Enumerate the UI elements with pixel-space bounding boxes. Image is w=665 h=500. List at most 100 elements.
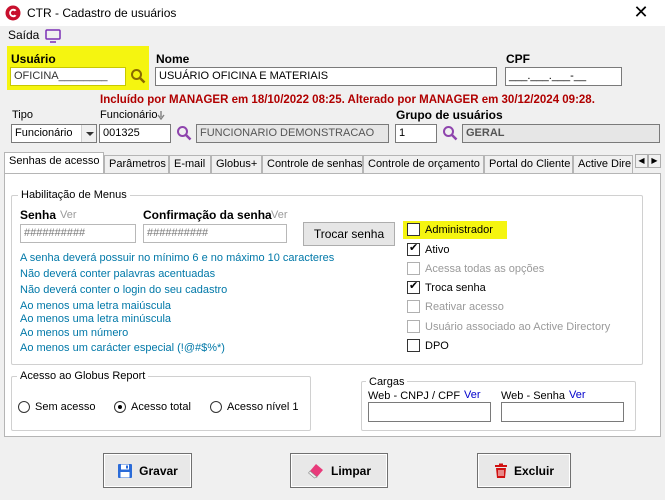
troca-senha-checkbox[interactable]: Troca senha [407,279,486,294]
reativar-acesso-checkbox: Reativar acesso [407,300,504,313]
checkbox-label: Ativo [425,243,450,256]
funcionario-code-input[interactable]: 001325 [99,124,171,143]
save-icon [118,463,133,478]
senha-input[interactable]: ########## [20,224,136,243]
tab-email[interactable]: E-mail [169,155,211,173]
checkbox-box[interactable] [407,279,420,294]
nome-input[interactable]: USUÁRIO OFICINA E MATERIAIS [155,67,497,86]
cargas-group-title: Cargas [366,376,408,388]
senha-label: Senha [20,208,57,222]
title-bar: CTR - Cadastro de usuários ✕ [0,0,665,26]
checkbox-label: Acessa todas as opções [425,262,545,275]
report-radio-acesso-nivel-1[interactable]: Acesso nível 1 [210,401,299,413]
web-senha-label: Web - Senha [501,390,566,402]
web-cnpj-ver-link[interactable]: Ver [464,389,481,401]
grupo-name-input: GERAL [462,124,660,143]
administrador-checkbox[interactable]: Administrador [407,223,493,236]
tab-parametros[interactable]: Parâmetros [104,155,169,173]
tab-scroll-right-icon[interactable]: ▶ [648,154,661,168]
nome-label: Nome [156,52,190,66]
tab-active-directory[interactable]: Active Dire [573,155,633,173]
monitor-icon[interactable] [45,29,61,43]
checkbox-label: Reativar acesso [425,300,504,313]
usuario-label: Usuário [11,52,56,66]
chevron-down-icon[interactable] [81,125,96,142]
grupo-search-icon[interactable] [442,125,458,141]
tab-scroll-left-icon[interactable]: ◀ [635,154,648,168]
radio-label: Acesso total [131,401,191,413]
checkbox-box [407,300,420,313]
tab-portal-do-cliente[interactable]: Portal do Cliente [484,155,573,173]
grupo-label: Grupo de usuários [396,108,503,122]
excluir-button[interactable]: Excluir [477,453,571,488]
web-cnpj-input[interactable] [368,402,491,422]
funcionario-label: Funcionário [100,109,158,121]
audit-info: Incluído por MANAGER em 18/10/2022 08:25… [100,94,595,106]
usuario-input[interactable]: OFICINA________ [10,67,126,86]
report-radio-sem-acesso[interactable]: Sem acesso [18,401,96,413]
rule-item: Ao menos uma letra maiúscula [20,300,172,312]
gravar-button[interactable]: Gravar [103,453,192,488]
web-senha-input[interactable] [501,402,624,422]
gravar-label: Gravar [139,463,178,478]
report-radio-acesso-total[interactable]: Acesso total [114,401,191,413]
tipo-select[interactable]: Funcionário [11,124,97,143]
web-cnpj-label: Web - CNPJ / CPF [368,390,461,402]
cpf-label: CPF [506,52,530,66]
radio-label: Sem acesso [35,401,96,413]
app-logo-icon [5,5,21,21]
checkbox-box[interactable] [407,223,420,236]
rule-item: Ao menos um número [20,327,129,339]
report-group-title: Acesso ao Globus Report [17,370,149,382]
excluir-label: Excluir [513,463,555,478]
funcionario-search-icon[interactable] [176,125,192,141]
radio-circle[interactable] [18,401,30,413]
trash-icon [494,463,507,478]
grupo-code-input[interactable]: 1 [395,124,437,143]
web-senha-ver-link[interactable]: Ver [569,389,586,401]
confirmacao-input[interactable]: ########## [143,224,287,243]
checkbox-box [407,262,420,275]
rule-item: Não deverá conter o login do seu cadastr… [20,284,228,296]
tab-controle-de-orcamento[interactable]: Controle de orçamento [363,155,484,173]
senha-ver-link[interactable]: Ver [60,209,77,221]
close-button[interactable]: ✕ [626,2,656,24]
acessa-todas-checkbox: Acessa todas as opções [407,262,544,275]
window-title: CTR - Cadastro de usuários [27,6,177,20]
arrow-down-icon [157,111,165,120]
radio-circle[interactable] [114,401,126,413]
confirmacao-label: Confirmação da senha [143,208,272,222]
checkbox-label: DPO [425,339,449,352]
rule-item: A senha deverá possuir no mínimo 6 e no … [20,252,335,264]
checkbox-box [407,320,420,333]
tipo-label: Tipo [12,109,33,121]
search-icon[interactable] [130,68,146,84]
rule-item: Não deverá conter palavras acentuadas [20,268,216,280]
menus-group-title: Habilitação de Menus [18,189,130,201]
radio-circle[interactable] [210,401,222,413]
trocar-senha-button[interactable]: Trocar senha [303,222,395,246]
checkbox-box[interactable] [407,339,420,352]
rule-item: Ao menos um carácter especial (!@#$%*) [20,342,225,354]
checkbox-label: Administrador [425,223,493,236]
dpo-checkbox[interactable]: DPO [407,339,449,352]
tab-controle-de-senhas[interactable]: Controle de senhas [262,155,363,173]
checkbox-label: Troca senha [425,281,486,294]
limpar-button[interactable]: Limpar [290,453,388,488]
ativo-checkbox[interactable]: Ativo [407,241,450,256]
menus-group [11,195,643,365]
tab-senhas-de-acesso[interactable]: Senhas de acesso [4,152,104,174]
funcionario-name-input: FUNCIONARIO DEMONSTRACAO [196,124,389,143]
limpar-label: Limpar [330,463,371,478]
checkbox-box[interactable] [407,241,420,256]
eraser-icon [308,463,323,478]
menu-saida[interactable]: Saída [8,28,39,42]
checkbox-label: Usuário associado ao Active Directory [425,320,611,333]
active-directory-checkbox: Usuário associado ao Active Directory [407,320,610,333]
cpf-input[interactable]: ___.___.___-__ [505,67,622,86]
rule-item: Ao menos uma letra minúscula [20,313,172,325]
confirmacao-ver-link[interactable]: Ver [271,209,288,221]
tab-globus-plus[interactable]: Globus+ [211,155,262,173]
radio-label: Acesso nível 1 [227,401,299,413]
tipo-select-value: Funcionário [15,127,73,139]
